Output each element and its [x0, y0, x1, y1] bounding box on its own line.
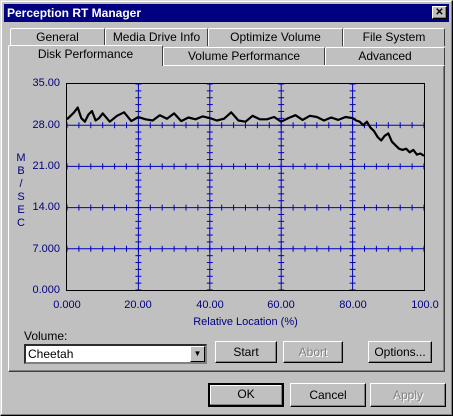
- tab-advanced[interactable]: Advanced: [325, 47, 445, 65]
- chevron-down-icon[interactable]: ▼: [190, 346, 205, 362]
- volume-select[interactable]: Cheetah ▼: [24, 344, 207, 364]
- tab-general[interactable]: General: [10, 28, 105, 46]
- tab-volume-performance[interactable]: Volume Performance: [163, 47, 325, 65]
- start-button[interactable]: Start: [215, 341, 277, 363]
- options-button[interactable]: Options...: [368, 341, 432, 363]
- cancel-button[interactable]: Cancel: [290, 383, 366, 407]
- close-icon[interactable]: ✕: [432, 6, 447, 19]
- window-title: Perception RT Manager: [7, 6, 142, 20]
- tab-file-system[interactable]: File System: [343, 28, 445, 46]
- volume-select-value: Cheetah: [28, 347, 74, 361]
- volume-label: Volume:: [24, 329, 68, 343]
- disk-performance-panel: [8, 65, 445, 372]
- title-bar[interactable]: Perception RT Manager ✕: [4, 4, 449, 22]
- tab-disk-performance[interactable]: Disk Performance: [8, 45, 163, 66]
- ok-button[interactable]: OK: [208, 383, 284, 407]
- tab-optimize-volume[interactable]: Optimize Volume: [208, 28, 343, 46]
- apply-button[interactable]: Apply: [370, 383, 446, 407]
- abort-button[interactable]: Abort: [283, 341, 343, 363]
- tab-media-drive-info[interactable]: Media Drive Info: [105, 28, 208, 46]
